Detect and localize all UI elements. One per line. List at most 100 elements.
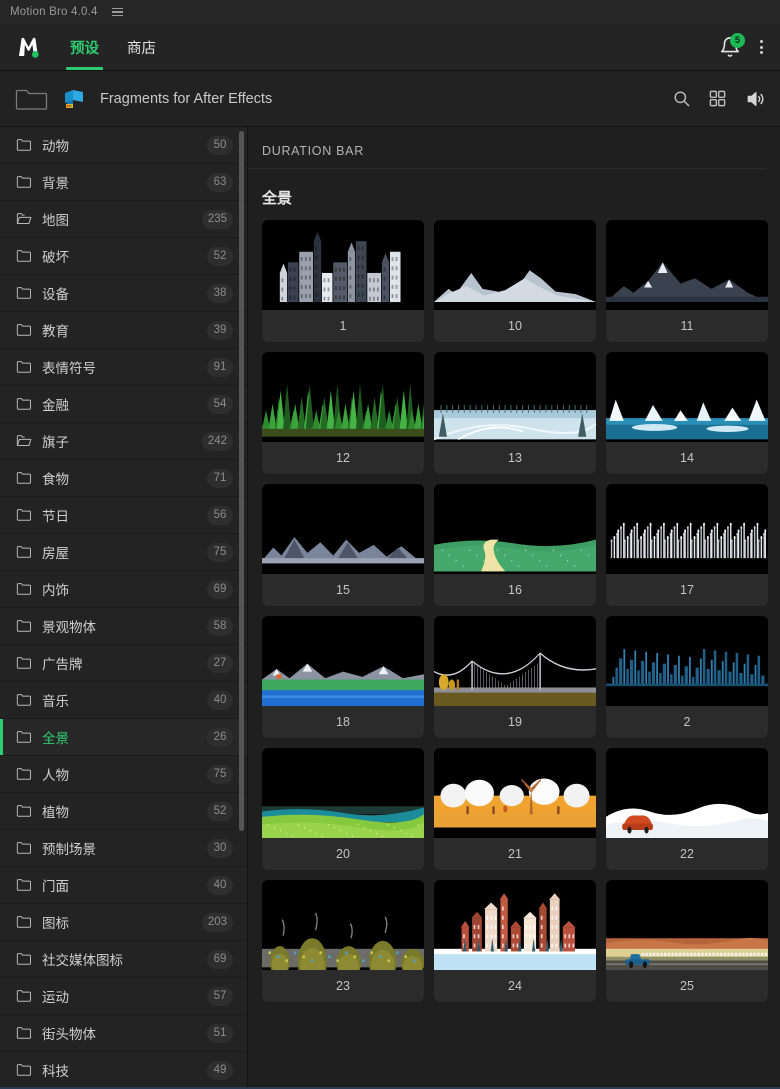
search-icon[interactable]	[672, 89, 691, 108]
sidebar-item-2[interactable]: 地图 235	[0, 201, 247, 238]
preset-card[interactable]: 17	[606, 484, 768, 606]
folder-icon	[16, 693, 32, 707]
preset-thumbnail-forest	[262, 352, 424, 442]
preset-card[interactable]: 23	[262, 880, 424, 1002]
folder-icon	[16, 397, 32, 411]
preset-card[interactable]: 21	[434, 748, 596, 870]
preset-card[interactable]: 2	[606, 616, 768, 738]
sidebar-item-label: 教育	[42, 324, 69, 339]
preset-label: 1	[339, 319, 347, 333]
duration-bar-label: DURATION BAR	[248, 127, 766, 169]
tab-store[interactable]: 商店	[115, 24, 168, 70]
sidebar-item-0[interactable]: 动物 50	[0, 127, 247, 164]
sidebar-item-18[interactable]: 植物 52	[0, 793, 247, 830]
sidebar-item-count: 69	[207, 579, 233, 599]
sidebar-item-count: 71	[207, 468, 233, 488]
sidebar-item-label: 预制场景	[42, 842, 96, 857]
preset-grid: 1 10 11 12 13 14 15 16 17 18 19 2 20 21 …	[248, 220, 780, 1016]
preset-card[interactable]: 20	[262, 748, 424, 870]
folder-icon	[16, 767, 32, 781]
preset-card[interactable]: 10	[434, 220, 596, 342]
preset-label: 17	[680, 583, 694, 597]
sidebar-item-10[interactable]: 节日 56	[0, 497, 247, 534]
preset-card[interactable]: 16	[434, 484, 596, 606]
sidebar-item-7[interactable]: 金融 54	[0, 386, 247, 423]
sidebar-item-count: 39	[207, 320, 233, 340]
grid-view-icon[interactable]	[708, 89, 727, 108]
app-title: Motion Bro 4.0.4	[10, 6, 98, 18]
preset-label: 2	[683, 715, 691, 729]
preset-card[interactable]: 25	[606, 880, 768, 1002]
folder-icon	[16, 656, 32, 670]
bell-icon[interactable]: 5	[719, 33, 745, 58]
preset-card[interactable]: 22	[606, 748, 768, 870]
sidebar-item-19[interactable]: 预制场景 30	[0, 830, 247, 867]
sidebar-item-25[interactable]: 科技 49	[0, 1052, 247, 1089]
preset-card[interactable]: 14	[606, 352, 768, 474]
sidebar-item-label: 背景	[42, 176, 69, 191]
preset-label: 20	[336, 847, 350, 861]
sidebar-item-count: 26	[207, 727, 233, 747]
preset-thumbnail-icebergs	[606, 352, 768, 442]
nav-right-actions: 5	[719, 33, 780, 58]
sidebar-scrollbar[interactable]	[239, 131, 244, 831]
preset-card[interactable]: 13	[434, 352, 596, 474]
preset-thumbnail-garbage-dump	[262, 880, 424, 970]
sidebar-item-count: 69	[207, 949, 233, 969]
folder-icon	[16, 360, 32, 374]
preset-card[interactable]: 18	[262, 616, 424, 738]
sidebar-item-label: 食物	[42, 472, 69, 487]
sidebar-item-13[interactable]: 景观物体 58	[0, 608, 247, 645]
sidebar-item-11[interactable]: 房屋 75	[0, 534, 247, 571]
sidebar-item-count: 38	[207, 283, 233, 303]
sidebar-item-8[interactable]: 旗子 242	[0, 423, 247, 460]
sidebar-item-4[interactable]: 设备 38	[0, 275, 247, 312]
folder-icon	[16, 138, 32, 152]
preset-thumbnail-meadow-lake	[262, 748, 424, 838]
sidebar-item-17[interactable]: 人物 75	[0, 756, 247, 793]
sidebar-item-9[interactable]: 食物 71	[0, 460, 247, 497]
sidebar-item-6[interactable]: 表情符号 91	[0, 349, 247, 386]
sidebar-item-23[interactable]: 运动 57	[0, 978, 247, 1015]
sidebar-item-label: 内饰	[42, 583, 69, 598]
preset-card[interactable]: 1	[262, 220, 424, 342]
sidebar-item-24[interactable]: 街头物体 51	[0, 1015, 247, 1052]
sidebar-item-count: 30	[207, 838, 233, 858]
sidebar-item-21[interactable]: 图标 203	[0, 904, 247, 941]
folder-icon	[16, 545, 32, 559]
notification-badge: 5	[730, 33, 745, 48]
folder-icon	[16, 841, 32, 855]
folder-icon	[16, 804, 32, 818]
breadcrumb-title: Fragments for After Effects	[100, 90, 273, 107]
hamburger-icon[interactable]	[110, 5, 125, 20]
sidebar-item-count: 56	[207, 505, 233, 525]
speaker-icon[interactable]	[744, 89, 766, 109]
preset-label: 10	[508, 319, 522, 333]
section-title: 全景	[262, 190, 293, 207]
motion-bro-logo[interactable]	[0, 35, 58, 59]
preset-label: 19	[508, 715, 522, 729]
preset-card[interactable]: 19	[434, 616, 596, 738]
sidebar-item-14[interactable]: 广告牌 27	[0, 645, 247, 682]
preset-card[interactable]: 24	[434, 880, 596, 1002]
folder-icon[interactable]	[14, 86, 48, 112]
sidebar-item-count: 203	[201, 912, 233, 932]
sidebar-item-5[interactable]: 教育 39	[0, 312, 247, 349]
preset-card[interactable]: 15	[262, 484, 424, 606]
sidebar-item-16[interactable]: 全景 26	[0, 719, 247, 756]
preset-label: 23	[336, 979, 350, 993]
preset-thumbnail-lake-hills	[262, 616, 424, 706]
preset-card[interactable]: 11	[606, 220, 768, 342]
sidebar-item-22[interactable]: 社交媒体图标 69	[0, 941, 247, 978]
kebab-menu-icon[interactable]	[755, 38, 768, 56]
sidebar-item-12[interactable]: 内饰 69	[0, 571, 247, 608]
tab-presets[interactable]: 预设	[58, 24, 111, 70]
sidebar-item-15[interactable]: 音乐 40	[0, 682, 247, 719]
sidebar-item-count: 27	[207, 653, 233, 673]
sidebar-item-1[interactable]: 背景 63	[0, 164, 247, 201]
sidebar-item-3[interactable]: 破坏 52	[0, 238, 247, 275]
sidebar-item-20[interactable]: 门面 40	[0, 867, 247, 904]
preset-card[interactable]: 12	[262, 352, 424, 474]
sidebar-item-label: 金融	[42, 398, 69, 413]
sidebar-item-count: 57	[207, 986, 233, 1006]
